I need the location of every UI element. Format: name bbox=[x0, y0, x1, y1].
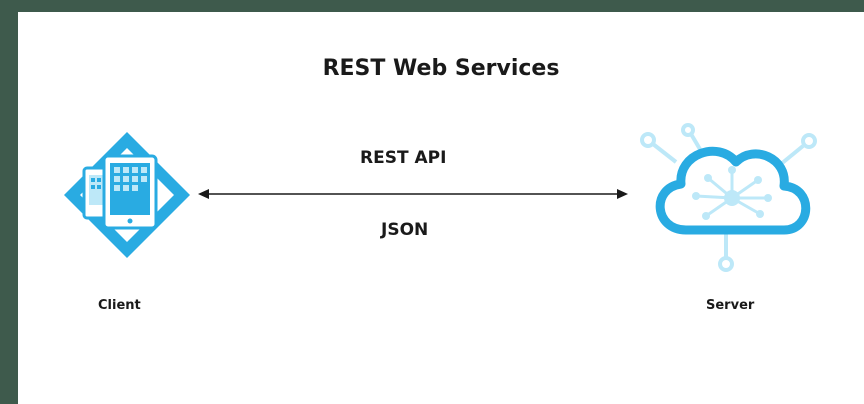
bidirectional-arrow bbox=[198, 189, 628, 199]
json-label: JSON bbox=[381, 220, 429, 240]
diagram-canvas: REST Web Services REST API JSON Client S… bbox=[18, 12, 864, 404]
rest-api-label: REST API bbox=[360, 148, 447, 168]
cloud-network-icon bbox=[640, 123, 817, 272]
diagram-title: REST Web Services bbox=[322, 56, 560, 81]
client-label: Client bbox=[98, 298, 141, 313]
client-devices-icon bbox=[64, 132, 190, 258]
server-label: Server bbox=[706, 298, 755, 313]
